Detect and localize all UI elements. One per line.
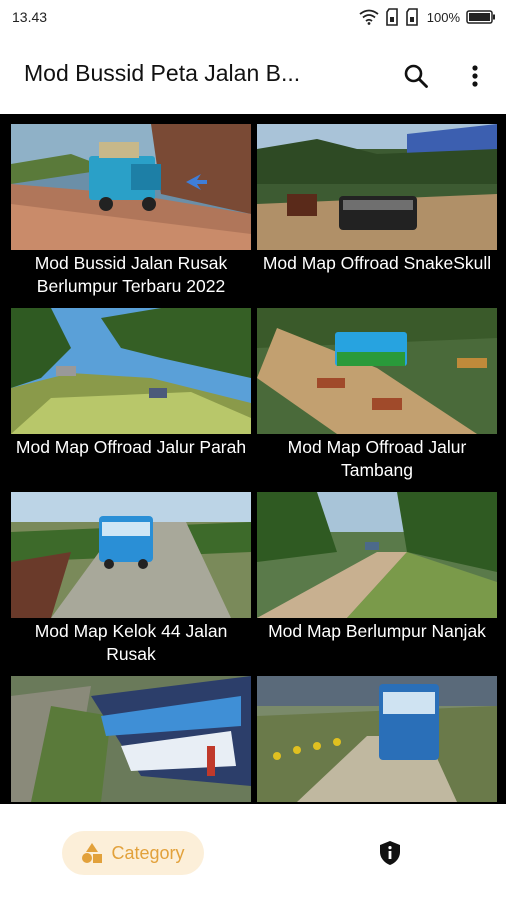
mod-card[interactable]: Mod Map Offroad Jalur Tambang	[257, 308, 497, 484]
mod-thumbnail	[257, 676, 497, 802]
mod-thumbnail	[11, 124, 251, 250]
bottom-navigation: Category	[0, 804, 506, 900]
nav-category-label: Category	[111, 842, 185, 863]
more-options-button[interactable]	[462, 61, 488, 91]
nav-info-tab[interactable]	[378, 840, 402, 866]
mod-thumbnail	[11, 492, 251, 618]
wifi-icon	[359, 9, 379, 25]
mod-title: Mod Map Berlumpur Nanjak	[268, 621, 486, 641]
mod-title: Mod Map Offroad Jalur Tambang	[287, 437, 467, 480]
sim-card-icon	[385, 8, 398, 26]
mod-card[interactable]: Mod Map Offroad Jalur Parah	[11, 308, 251, 484]
mod-card[interactable]: Mod Map Offroad SnakeSkull	[257, 124, 497, 300]
status-time: 13.43	[12, 9, 48, 25]
mod-thumbnail	[257, 492, 497, 618]
mod-card[interactable]	[257, 676, 497, 804]
sim-card-icon-2	[405, 8, 418, 26]
search-button[interactable]	[401, 61, 431, 91]
mod-card[interactable]: Mod Bussid Jalan Rusak Berlumpur Terbaru…	[11, 124, 251, 300]
more-vert-icon	[472, 65, 478, 87]
status-icons: 100%	[359, 8, 496, 26]
status-bar: 13.43 100%	[0, 0, 506, 36]
shield-info-icon	[380, 841, 400, 865]
battery-percent: 100%	[426, 9, 460, 25]
mod-title: Mod Bussid Jalan Rusak Berlumpur Terbaru…	[34, 253, 228, 296]
mod-grid: Mod Bussid Jalan Rusak Berlumpur Terbaru…	[0, 114, 506, 804]
mod-title: Mod Map Kelok 44 Jalan Rusak	[34, 621, 228, 664]
nav-category-tab[interactable]: Category	[62, 831, 204, 875]
search-icon	[404, 64, 428, 88]
category-shapes-icon	[82, 843, 103, 863]
mod-card[interactable]: Mod Map Kelok 44 Jalan Rusak	[11, 492, 251, 668]
mod-thumbnail	[257, 124, 497, 250]
mod-thumbnail	[11, 676, 251, 802]
mod-title: Mod Map Offroad Jalur Parah	[15, 437, 247, 457]
mod-title: Mod Map Offroad SnakeSkull	[262, 253, 492, 273]
mod-thumbnail	[257, 308, 497, 434]
battery-icon	[466, 10, 495, 24]
page-title: Mod Bussid Peta Jalan B...	[24, 60, 301, 86]
mod-card[interactable]	[11, 676, 251, 804]
mod-card[interactable]: Mod Map Berlumpur Nanjak	[257, 492, 497, 668]
mod-thumbnail	[11, 308, 251, 434]
app-bar: Mod Bussid Peta Jalan B...	[0, 36, 506, 114]
